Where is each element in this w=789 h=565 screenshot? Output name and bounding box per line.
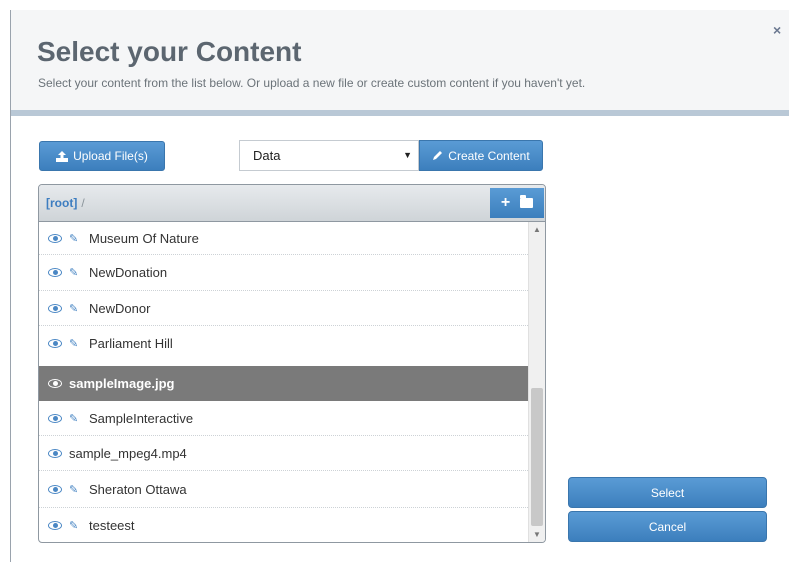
breadcrumb-separator: /	[81, 196, 85, 210]
dialog-subtitle: Select your content from the list below.…	[38, 76, 586, 90]
list-item[interactable]: ✎ NewDonor	[39, 291, 528, 326]
pencil-icon[interactable]: ✎	[69, 519, 81, 532]
list-item[interactable]: ✎ testeest	[39, 508, 528, 542]
list-item[interactable]: ✎ SampleInteractive	[39, 401, 528, 436]
pencil-icon[interactable]: ✎	[69, 266, 81, 279]
scrollbar-thumb[interactable]	[531, 388, 543, 526]
list-item-label: NewDonation	[89, 265, 168, 280]
pencil-icon	[433, 151, 443, 160]
upload-icon	[56, 150, 69, 162]
list-item[interactable]: sample_mpeg4.mp4	[39, 436, 528, 471]
eye-icon[interactable]	[48, 379, 62, 388]
eye-icon[interactable]	[48, 233, 62, 243]
list-item[interactable]: ✎ Parliament Hill	[39, 326, 528, 361]
cancel-button-label: Cancel	[648, 519, 687, 534]
list-scrollbar[interactable]: ▲ ▼	[528, 222, 545, 542]
content-list: ✎ Museum Of Nature ✎ NewDonation ✎ NewDo…	[39, 222, 528, 542]
close-icon[interactable]: ×	[773, 22, 781, 38]
eye-icon[interactable]	[48, 339, 62, 348]
list-item-label: sampleImage.jpg	[69, 376, 175, 391]
list-item[interactable]: ✎ NewDonation	[39, 255, 528, 291]
breadcrumb-root[interactable]: [root]	[46, 196, 77, 210]
content-type-value: Data	[253, 148, 281, 163]
pencil-icon[interactable]: ✎	[69, 232, 81, 245]
select-content-dialog: Select your Content Select your content …	[10, 10, 789, 562]
list-item-label: NewDonor	[89, 300, 151, 316]
list-item-label: testeest	[89, 517, 135, 533]
list-item-label: Museum Of Nature	[89, 230, 199, 246]
upload-files-label: Upload File(s)	[73, 149, 148, 163]
dropdown-caret-icon: ▼	[403, 150, 412, 160]
create-content-button[interactable]: Create Content	[419, 140, 543, 171]
header-divider	[11, 110, 789, 116]
list-item-label: SampleInteractive	[89, 410, 194, 426]
cancel-button[interactable]: Cancel	[568, 511, 767, 542]
folder-actions: +	[490, 188, 544, 218]
list-item-label: Sheraton Ottawa	[89, 481, 187, 497]
breadcrumb: [root] /	[46, 196, 85, 210]
eye-icon[interactable]	[48, 448, 62, 458]
pencil-icon[interactable]: ✎	[69, 337, 81, 350]
pencil-icon[interactable]: ✎	[69, 412, 81, 425]
eye-icon[interactable]	[48, 413, 62, 423]
scroll-up-icon[interactable]: ▲	[533, 225, 541, 234]
dialog-header: Select your Content Select your content …	[11, 10, 789, 110]
eye-icon[interactable]	[48, 520, 62, 530]
eye-icon[interactable]	[48, 303, 62, 313]
scroll-down-icon[interactable]: ▼	[533, 530, 541, 539]
select-button-label: Select	[650, 485, 685, 500]
pencil-icon[interactable]: ✎	[69, 302, 81, 315]
select-button[interactable]: Select	[568, 477, 767, 508]
pencil-icon[interactable]: ✎	[69, 483, 81, 496]
list-item[interactable]: ✎ Museum Of Nature	[39, 222, 528, 255]
create-content-label: Create Content	[448, 148, 530, 163]
list-item-selected[interactable]: sampleImage.jpg	[39, 366, 528, 401]
eye-icon[interactable]	[48, 484, 62, 494]
add-icon[interactable]: +	[501, 194, 510, 212]
list-item-label: Parliament Hill	[89, 336, 173, 351]
upload-files-button[interactable]: Upload File(s)	[39, 141, 165, 171]
browser-header: [root] / +	[39, 185, 545, 222]
content-type-select[interactable]: Data ▼	[239, 140, 419, 171]
content-browser: [root] / + ✎ Museum Of Nature ✎ NewDonati…	[38, 184, 546, 543]
eye-icon[interactable]	[48, 268, 62, 277]
list-item-label: sample_mpeg4.mp4	[69, 445, 187, 461]
list-item[interactable]: ✎ Sheraton Ottawa	[39, 471, 528, 508]
dialog-title: Select your Content	[37, 36, 302, 67]
folder-icon[interactable]	[520, 195, 534, 208]
